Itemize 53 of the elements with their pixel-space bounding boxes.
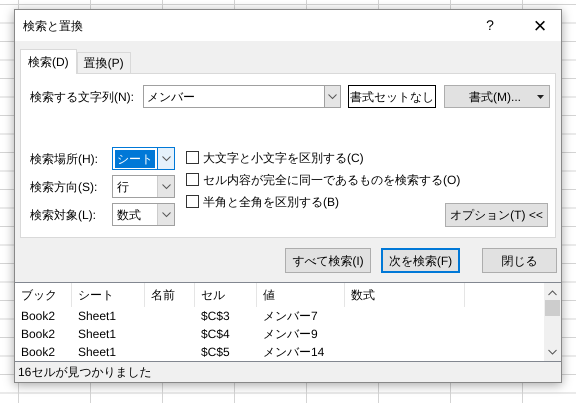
scroll-thumb[interactable] [545,300,560,316]
column-header[interactable]: 名前 [151,286,175,304]
tab[interactable]: 検索(D) [20,49,77,74]
field-label: 検索場所(H): [30,150,99,168]
column-header[interactable]: セル [201,286,225,304]
search-field[interactable]: メンバー [143,85,324,108]
scrollbar[interactable] [544,283,561,361]
table-cell[interactable]: $C$4 [201,327,230,341]
field-label: 検索方向(S): [30,178,98,196]
checkbox-label: 大文字と小文字を区別する(C) [203,150,364,166]
table-cell[interactable]: $C$5 [201,345,230,359]
field-label: 検索対象(L): [30,206,97,224]
dropdown-icon[interactable] [157,204,174,225]
scroll-down-icon[interactable] [548,349,557,355]
checkbox[interactable] [186,173,199,186]
dialog-button[interactable]: 閉じる [482,248,557,273]
table-cell[interactable]: Book2 [21,309,56,323]
table-cell[interactable]: メンバー9 [263,327,318,341]
options-button[interactable]: オプション(T) << [445,203,548,227]
close-button[interactable]: × [525,14,555,38]
checkbox-label: セル内容が完全に同一であるものを検索する(O) [203,172,460,188]
tab[interactable]: 置換(P) [76,52,131,73]
table-cell[interactable]: Sheet1 [78,327,116,341]
column-header[interactable]: 数式 [351,286,375,304]
checkbox[interactable] [186,151,199,164]
dropdown-icon[interactable] [157,176,174,197]
table-cell[interactable]: メンバー7 [263,309,318,323]
scroll-up-icon[interactable] [548,290,557,296]
field-label: 検索する文字列(N): [30,88,135,106]
status-text: 16セルが見つかりました [18,364,152,381]
column-header[interactable]: ブック [21,286,57,304]
format-button[interactable]: 書式(M)... [444,85,550,108]
help-button[interactable]: ? [475,14,505,38]
dropdown-icon[interactable] [324,85,341,108]
dialog-button[interactable]: 次を検索(F) [381,248,460,273]
table-cell[interactable]: $C$3 [201,309,230,323]
dropdown-icon[interactable] [157,148,174,169]
column-header[interactable]: 値 [263,286,275,304]
dialog-button[interactable]: すべて検索(I) [285,248,371,273]
checkbox-label: 半角と全角を区別する(B) [203,194,339,210]
format-status: 書式セットなし [348,85,436,108]
dropdown[interactable]: 行 [112,175,175,198]
table-cell[interactable]: メンバー14 [263,345,324,359]
table-cell[interactable]: Book2 [21,345,56,359]
caret-icon [537,94,544,98]
table-cell[interactable]: Book2 [21,327,56,341]
dropdown[interactable]: シート [112,147,175,170]
dropdown[interactable]: 数式 [112,203,175,226]
table-cell[interactable]: Sheet1 [78,345,116,359]
checkbox[interactable] [186,195,199,208]
window-title: 検索と置換 [23,18,83,34]
column-header[interactable]: シート [78,286,114,304]
table-cell[interactable]: Sheet1 [78,309,116,323]
